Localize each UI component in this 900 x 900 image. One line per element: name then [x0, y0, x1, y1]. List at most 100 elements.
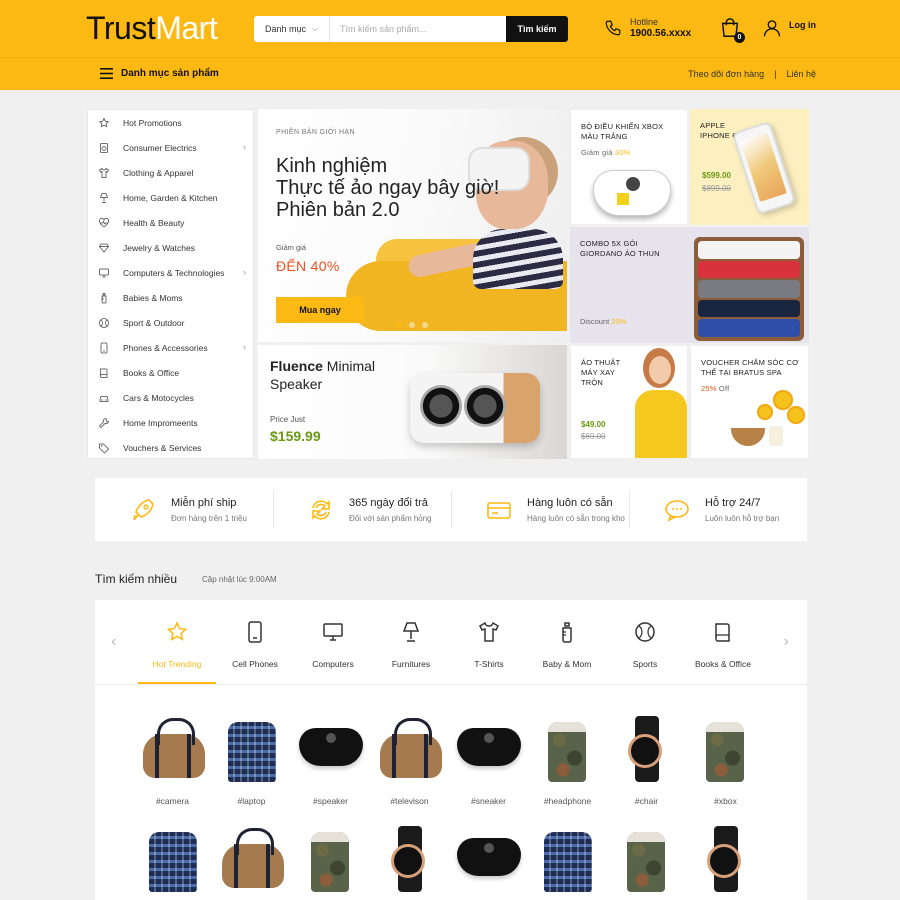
sidebar-item[interactable]: Consumer Electrics ›: [88, 135, 253, 160]
track-order-link[interactable]: Theo dõi đơn hàng: [688, 69, 764, 79]
category-menu-toggle[interactable]: Danh mục sản phẩm: [100, 68, 219, 79]
contact-link[interactable]: Liên hệ: [786, 69, 816, 79]
service-item: Hàng luôn có sẵn Hàng luôn có sẵn trong k…: [451, 478, 629, 541]
sidebar-item[interactable]: Phones & Accessories ›: [88, 335, 253, 360]
tab-computers[interactable]: Computers: [294, 600, 372, 684]
cart-button[interactable]: 0: [719, 17, 745, 43]
chevron-right-icon[interactable]: ›: [784, 633, 789, 651]
sidebar-item[interactable]: Vouchers & Services: [88, 435, 253, 460]
sidebar-item[interactable]: Books & Office: [88, 360, 253, 385]
star-icon: [165, 620, 189, 649]
hotline-number: 1900.56.xxxx: [630, 28, 692, 39]
shirt-icon: [477, 620, 501, 649]
hero-discount-label: Giảm giá: [276, 243, 307, 252]
trending-updated: Cập nhật lúc 9:00AM: [202, 575, 277, 584]
hero-title: Kinh nghiệm Thực tế ảo ngay bây giờ! Phi…: [276, 155, 500, 221]
slider-dot[interactable]: [422, 322, 428, 328]
sidebar-item[interactable]: Health & Beauty: [88, 210, 253, 235]
user-icon: [763, 20, 781, 37]
sidebar-item-label: Computers & Technologies: [123, 267, 225, 278]
product-item[interactable]: #laptop: [212, 714, 291, 814]
login-link[interactable]: Log in: [762, 18, 816, 38]
chevron-left-icon[interactable]: ‹: [111, 633, 116, 651]
product-item[interactable]: [449, 824, 528, 900]
tab-label: Cell Phones: [232, 659, 278, 669]
product-item[interactable]: #headphone: [528, 714, 607, 814]
hotline[interactable]: Hotline 1900.56.xxxx: [604, 17, 691, 39]
sidebar-item[interactable]: Hot Promotions: [88, 110, 253, 135]
price: $599.00: [702, 171, 731, 180]
card-icon: [487, 501, 511, 519]
sidebar-item[interactable]: Home Impromeents: [88, 410, 253, 435]
product-item[interactable]: [291, 824, 370, 900]
logo[interactable]: TrustMart: [86, 10, 218, 47]
tab-books-office[interactable]: Books & Office: [684, 600, 762, 684]
slider-dot[interactable]: [396, 322, 402, 328]
appliance-icon: [98, 142, 110, 154]
product-tag: #laptop: [237, 796, 266, 806]
lamp-icon: [98, 192, 110, 204]
tab-baby-mom[interactable]: Baby & Mom: [528, 600, 606, 684]
tab-furnitures[interactable]: Furnitures: [372, 600, 450, 684]
hero-tag: PHIÊN BẢN GIỚI HẠN: [276, 129, 355, 136]
product-item[interactable]: #chair: [607, 714, 686, 814]
old-price: $899.00: [702, 184, 731, 193]
product-item[interactable]: [370, 824, 449, 900]
sidebar-item[interactable]: Jewelry & Watches: [88, 235, 253, 260]
hero-image-person: [473, 229, 563, 289]
tab-t-shirts[interactable]: T-Shirts: [450, 600, 528, 684]
search-input[interactable]: [330, 16, 506, 42]
wrench-icon: [98, 417, 110, 429]
promo-iphone[interactable]: APPLE IPHONE 6S $599.00 $899.00: [690, 109, 809, 225]
sidebar-item[interactable]: Computers & Technologies ›: [88, 260, 253, 285]
product-item[interactable]: #sneaker: [449, 714, 528, 814]
header: TrustMart Danh mục ⌵ Tìm kiếm Hotline 19…: [0, 0, 900, 90]
tab-sports[interactable]: Sports: [606, 600, 684, 684]
service-item: Hỗ trợ 24/7 Luôn luôn hỗ trợ bạn: [629, 478, 807, 541]
product-item[interactable]: #xbox: [686, 714, 765, 814]
ball-icon: [633, 620, 657, 649]
search-button[interactable]: Tìm kiếm: [506, 16, 568, 42]
tab-cell-phones[interactable]: Cell Phones: [216, 600, 294, 684]
sidebar-item[interactable]: Cars & Motocycles: [88, 385, 253, 410]
product-item[interactable]: [133, 824, 212, 900]
price: $159.99: [270, 428, 321, 444]
tab-hot-trending[interactable]: Hot Trending: [138, 600, 216, 684]
promo-fluence-speaker[interactable]: Fluence Minimal Speaker Price Just $159.…: [258, 345, 567, 459]
shirt-icon: [98, 167, 110, 179]
promo-title: Fluence Minimal Speaker: [270, 358, 376, 392]
buy-now-button[interactable]: Mua ngay: [276, 297, 364, 323]
product-item[interactable]: [528, 824, 607, 900]
promo-title: COMBO 5X GÓI GIORDANO ÁO THUN: [580, 239, 660, 258]
monitor-icon: [321, 620, 345, 649]
tag-icon: [98, 442, 110, 454]
hamburger-icon: [100, 68, 113, 79]
promo-combo[interactable]: COMBO 5X GÓI GIORDANO ÁO THUN Discount 2…: [570, 227, 809, 343]
product-item[interactable]: [212, 824, 291, 900]
sidebar-item[interactable]: Clothing & Apparel: [88, 160, 253, 185]
baby-bottle-icon: [555, 620, 579, 649]
chevron-right-icon: ›: [243, 142, 246, 152]
sidebar-item[interactable]: Sport & Outdoor: [88, 310, 253, 335]
promo-xbox[interactable]: BỘ ĐIỀU KHIỂN XBOX MÀU TRẮNG Giảm giá 30…: [570, 109, 688, 225]
sidebar-item-label: Vouchers & Services: [123, 442, 202, 453]
slider-dot[interactable]: [409, 322, 415, 328]
sidebar-item[interactable]: Babies & Moms: [88, 285, 253, 310]
search-category-select[interactable]: Danh mục ⌵: [254, 16, 330, 42]
promo-blender[interactable]: ÁO THUẬT MÁY XAY TRỘN $49.00 $69.00: [570, 345, 688, 459]
product-item[interactable]: [686, 824, 765, 900]
car-icon: [98, 392, 110, 404]
promo-spa-voucher[interactable]: VOUCHER CHĂM SÓC CƠ THỂ TẠI BRATUS SPA 2…: [690, 345, 809, 459]
hotline-label: Hotline: [630, 17, 659, 27]
phone-icon: [605, 20, 621, 36]
product-item[interactable]: #camera: [133, 714, 212, 814]
sidebar-item[interactable]: Home, Garden & Kitchen: [88, 185, 253, 210]
old-price: $69.00: [581, 432, 606, 441]
product-item[interactable]: #televison: [370, 714, 449, 814]
product-image-bag: [137, 714, 209, 786]
hero-banner[interactable]: PHIÊN BẢN GIỚI HẠN Kinh nghiệm Thực tế ả…: [258, 109, 567, 342]
product-item[interactable]: #speaker: [291, 714, 370, 814]
product-tag: #speaker: [313, 796, 348, 806]
lamp-icon: [399, 620, 423, 649]
product-item[interactable]: [607, 824, 686, 900]
